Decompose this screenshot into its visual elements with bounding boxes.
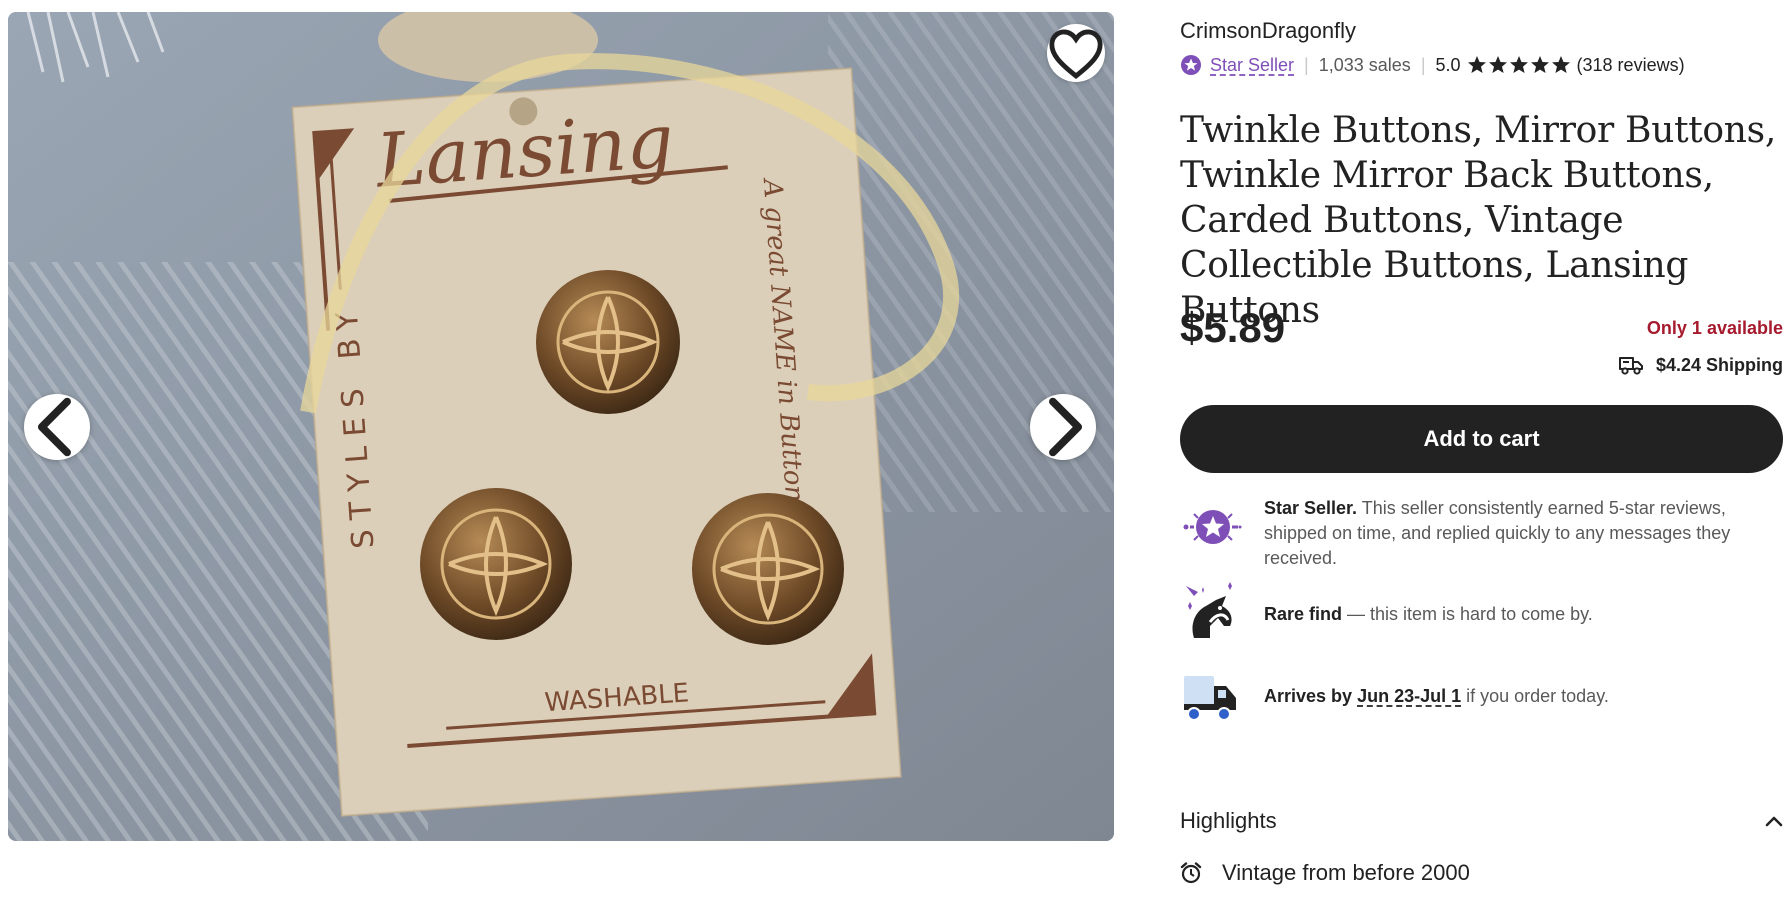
delivery-estimate-text: Arrives by Jun 23-Jul 1 if you order tod…	[1264, 664, 1609, 709]
shipping-label: $4.24 Shipping	[1655, 354, 1783, 375]
highlight-item-label: Vintage from before 2000	[1222, 860, 1470, 885]
rare-find-description: Rare find — this item is hard to come by…	[1264, 582, 1593, 627]
alarm-clock-icon	[1180, 862, 1202, 884]
star-seller-feature: Star Seller. This seller consistently ea…	[1180, 496, 1783, 571]
rare-find-bold: Rare find	[1264, 604, 1343, 624]
star-seller-badge-icon	[1183, 510, 1242, 544]
rare-find-feature: Rare find — this item is hard to come by…	[1180, 582, 1783, 644]
delivery-date-link[interactable]: Jun 23-Jul 1	[1357, 686, 1461, 706]
divider: |	[1420, 54, 1426, 75]
star-seller-link[interactable]: Star Seller	[1210, 55, 1294, 76]
chevron-left-icon	[37, 397, 71, 457]
price: $5.89	[1180, 304, 1286, 351]
shop-name-link[interactable]: CrimsonDragonfly	[1180, 18, 1356, 44]
star-seller-description: Star Seller. This seller consistently ea…	[1264, 496, 1783, 571]
star-icon	[1488, 56, 1507, 73]
arrives-suffix: if you order today.	[1461, 686, 1609, 706]
rating-value: 5.0	[1435, 54, 1461, 75]
shop-rating-row: Star Seller | 1,033 sales | 5.0 (318 rev…	[1180, 52, 1685, 78]
add-to-cart-button[interactable]: Add to cart	[1180, 405, 1783, 473]
highlights-heading: Highlights	[1180, 808, 1277, 833]
truck-icon	[1618, 357, 1643, 375]
delivery-truck-icon	[1184, 676, 1236, 721]
heart-outline-icon	[1049, 29, 1103, 80]
star-icon	[1467, 56, 1486, 73]
star-icon	[1509, 56, 1528, 73]
chevron-right-icon	[1049, 397, 1083, 457]
sales-count: 1,033 sales	[1318, 54, 1411, 75]
arrives-prefix: Arrives by	[1264, 686, 1358, 706]
product-photo: Lansing WASHABLE STYLES BY A great NAME …	[8, 12, 1114, 841]
star-icon	[1530, 56, 1549, 73]
star-seller-badge-icon	[1181, 55, 1201, 75]
delivery-estimate-feature: Arrives by Jun 23-Jul 1 if you order tod…	[1180, 664, 1783, 726]
shipping-cost: $4.24 Shipping	[1618, 354, 1783, 376]
listing-info-panel: CrimsonDragonfly Star Seller | 1,033 sal…	[1180, 0, 1783, 900]
product-image-gallery[interactable]: Lansing WASHABLE STYLES BY A great NAME …	[8, 12, 1114, 841]
next-image-button[interactable]	[1030, 394, 1096, 460]
chevron-up-icon	[1765, 816, 1783, 827]
star-icon	[1551, 56, 1570, 73]
star-seller-bold: Star Seller.	[1264, 498, 1358, 518]
divider: |	[1304, 54, 1309, 75]
highlights-toggle[interactable]: Highlights	[1180, 808, 1783, 834]
rating-stars	[1467, 55, 1571, 75]
highlight-item: Vintage from before 2000	[1180, 860, 1470, 886]
stock-status: Only 1 available	[1646, 318, 1783, 338]
listing-title: Twinkle Buttons, Mirror Buttons, Twinkle…	[1180, 110, 1776, 331]
reviews-link[interactable]: (318 reviews)	[1577, 55, 1685, 76]
rare-find-text: — this item is hard to come by.	[1342, 604, 1593, 624]
previous-image-button[interactable]	[24, 394, 90, 460]
unicorn-icon	[1186, 582, 1232, 638]
favorite-button[interactable]	[1047, 24, 1105, 82]
